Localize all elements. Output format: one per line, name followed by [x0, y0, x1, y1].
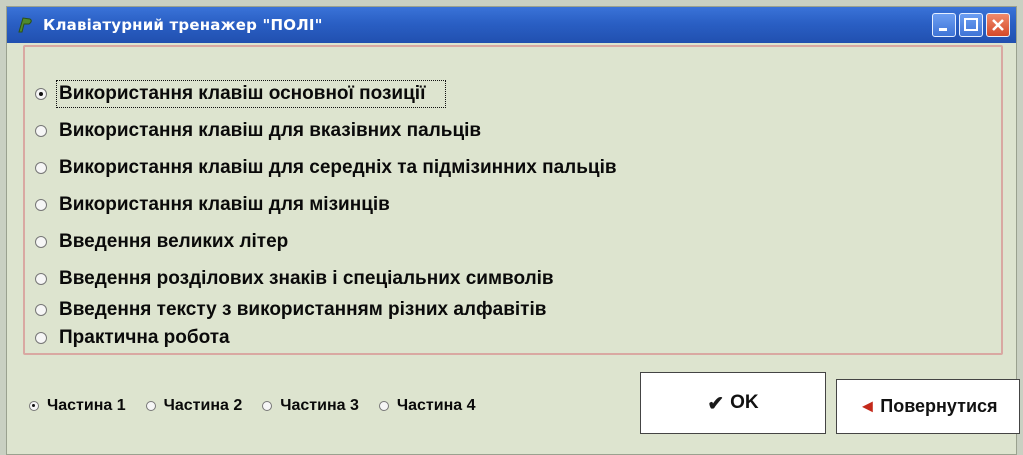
- checkmark-icon: ✔: [707, 392, 725, 415]
- option-label: Введення розділових знаків і спеціальних…: [59, 268, 554, 289]
- part-label: Частина 1: [47, 397, 126, 414]
- radio-button[interactable]: [35, 125, 47, 137]
- radio-button[interactable]: [29, 401, 39, 411]
- part-label: Частина 3: [280, 397, 359, 414]
- ok-button-label: OK: [730, 392, 759, 413]
- app-icon: [15, 15, 35, 35]
- option-label: Використання клавіш основної позиції: [55, 80, 447, 108]
- part-2-option[interactable]: Частина 2: [145, 397, 243, 415]
- part-1-option[interactable]: Частина 1: [29, 397, 126, 415]
- minimize-button[interactable]: [932, 13, 956, 37]
- minimize-icon: [939, 28, 947, 31]
- radio-button[interactable]: [35, 236, 47, 248]
- option-punctuation-symbols[interactable]: Введення розділових знаків і спеціальних…: [35, 264, 554, 294]
- option-practical-work[interactable]: Практична робота: [35, 323, 230, 353]
- maximize-button[interactable]: [959, 13, 983, 37]
- ok-button[interactable]: ✔ OK: [640, 372, 826, 434]
- close-button[interactable]: [986, 13, 1010, 37]
- option-middle-ring-fingers[interactable]: Використання клавіш для середніх та підм…: [35, 153, 617, 183]
- arrow-left-icon: ◄: [858, 396, 877, 416]
- radio-button[interactable]: [35, 273, 47, 285]
- radio-button[interactable]: [35, 162, 47, 174]
- radio-button[interactable]: [378, 401, 389, 411]
- option-label: Використання клавіш для вказівних пальці…: [59, 120, 482, 141]
- parts-selector: Частина 1 Частина 2 Частина 3 Частина 4: [29, 397, 476, 415]
- option-label: Використання клавіш для мізинців: [59, 194, 390, 215]
- radio-button[interactable]: [262, 401, 273, 411]
- window-controls: [932, 13, 1010, 37]
- radio-button[interactable]: [35, 199, 47, 211]
- back-button-label: Повернутися: [880, 396, 998, 416]
- radio-button[interactable]: [35, 88, 47, 100]
- part-4-option[interactable]: Частина 4: [378, 397, 476, 415]
- option-alphabets[interactable]: Введення тексту з використанням різних а…: [35, 295, 546, 325]
- option-capital-letters[interactable]: Введення великих літер: [35, 227, 288, 257]
- option-little-fingers[interactable]: Використання клавіш для мізинців: [35, 190, 390, 220]
- close-icon: [992, 19, 1004, 31]
- maximize-icon: [964, 18, 978, 31]
- back-button[interactable]: ◄ Повернутися: [836, 379, 1020, 434]
- main-window: Клавіатурний тренажер "ПОЛІ" Використанн…: [6, 6, 1020, 455]
- option-label: Введення великих літер: [59, 231, 289, 252]
- option-label: Використання клавіш для середніх та підм…: [59, 157, 617, 178]
- part-label: Частина 2: [163, 397, 243, 414]
- title-bar[interactable]: Клавіатурний тренажер "ПОЛІ": [7, 7, 1016, 43]
- option-main-position[interactable]: Використання клавіш основної позиції: [35, 79, 447, 109]
- window-title: Клавіатурний тренажер "ПОЛІ": [43, 16, 323, 34]
- part-label: Частина 4: [396, 397, 476, 414]
- part-3-option[interactable]: Частина 3: [262, 397, 359, 415]
- radio-button[interactable]: [35, 332, 47, 344]
- exercise-options-group: Використання клавіш основної позиції Вик…: [23, 45, 1003, 355]
- option-index-fingers[interactable]: Використання клавіш для вказівних пальці…: [35, 116, 481, 146]
- radio-button[interactable]: [145, 401, 156, 411]
- option-label: Введення тексту з використанням різних а…: [59, 299, 547, 320]
- option-label: Практична робота: [59, 327, 230, 348]
- radio-button[interactable]: [35, 304, 47, 316]
